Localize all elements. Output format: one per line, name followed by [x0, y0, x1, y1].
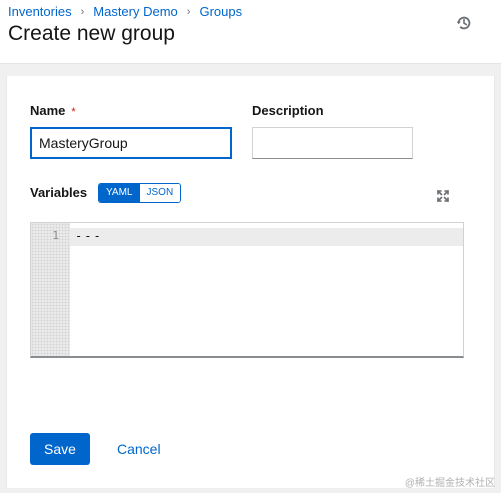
breadcrumb-inventories[interactable]: Inventories: [8, 4, 72, 19]
breadcrumb-mastery-demo[interactable]: Mastery Demo: [93, 4, 178, 19]
variables-label: Variables: [30, 185, 88, 200]
save-button[interactable]: Save: [30, 433, 90, 465]
name-input[interactable]: [30, 127, 232, 159]
name-label: Name *: [30, 103, 76, 118]
cancel-button[interactable]: Cancel: [107, 433, 171, 465]
expand-icon[interactable]: [436, 189, 450, 203]
json-toggle-button[interactable]: JSON: [139, 184, 181, 202]
breadcrumb-separator: ›: [80, 5, 85, 18]
variables-code-editor[interactable]: 1 ---: [30, 222, 464, 358]
yaml-toggle-button[interactable]: YAML: [99, 184, 140, 202]
editor-gutter: [31, 223, 70, 356]
history-icon[interactable]: [455, 14, 473, 32]
form-card: Name* Description Variables YAML JSON 1 …: [6, 76, 495, 488]
page-header: Inventories › Mastery Demo › Groups Crea…: [0, 0, 501, 64]
page-title: Create new group: [8, 22, 175, 45]
code-line[interactable]: ---: [75, 229, 103, 243]
line-number: 1: [52, 229, 59, 242]
description-input[interactable]: [252, 127, 413, 159]
breadcrumb-separator: ›: [186, 5, 191, 18]
description-label: Description: [252, 103, 324, 118]
variables-format-toggle: YAML JSON: [98, 183, 182, 203]
watermark-text: @稀土掘金技术社区: [404, 478, 495, 489]
breadcrumb-groups[interactable]: Groups: [199, 4, 242, 19]
breadcrumb: Inventories › Mastery Demo › Groups: [8, 4, 242, 19]
required-marker: *: [71, 106, 76, 118]
